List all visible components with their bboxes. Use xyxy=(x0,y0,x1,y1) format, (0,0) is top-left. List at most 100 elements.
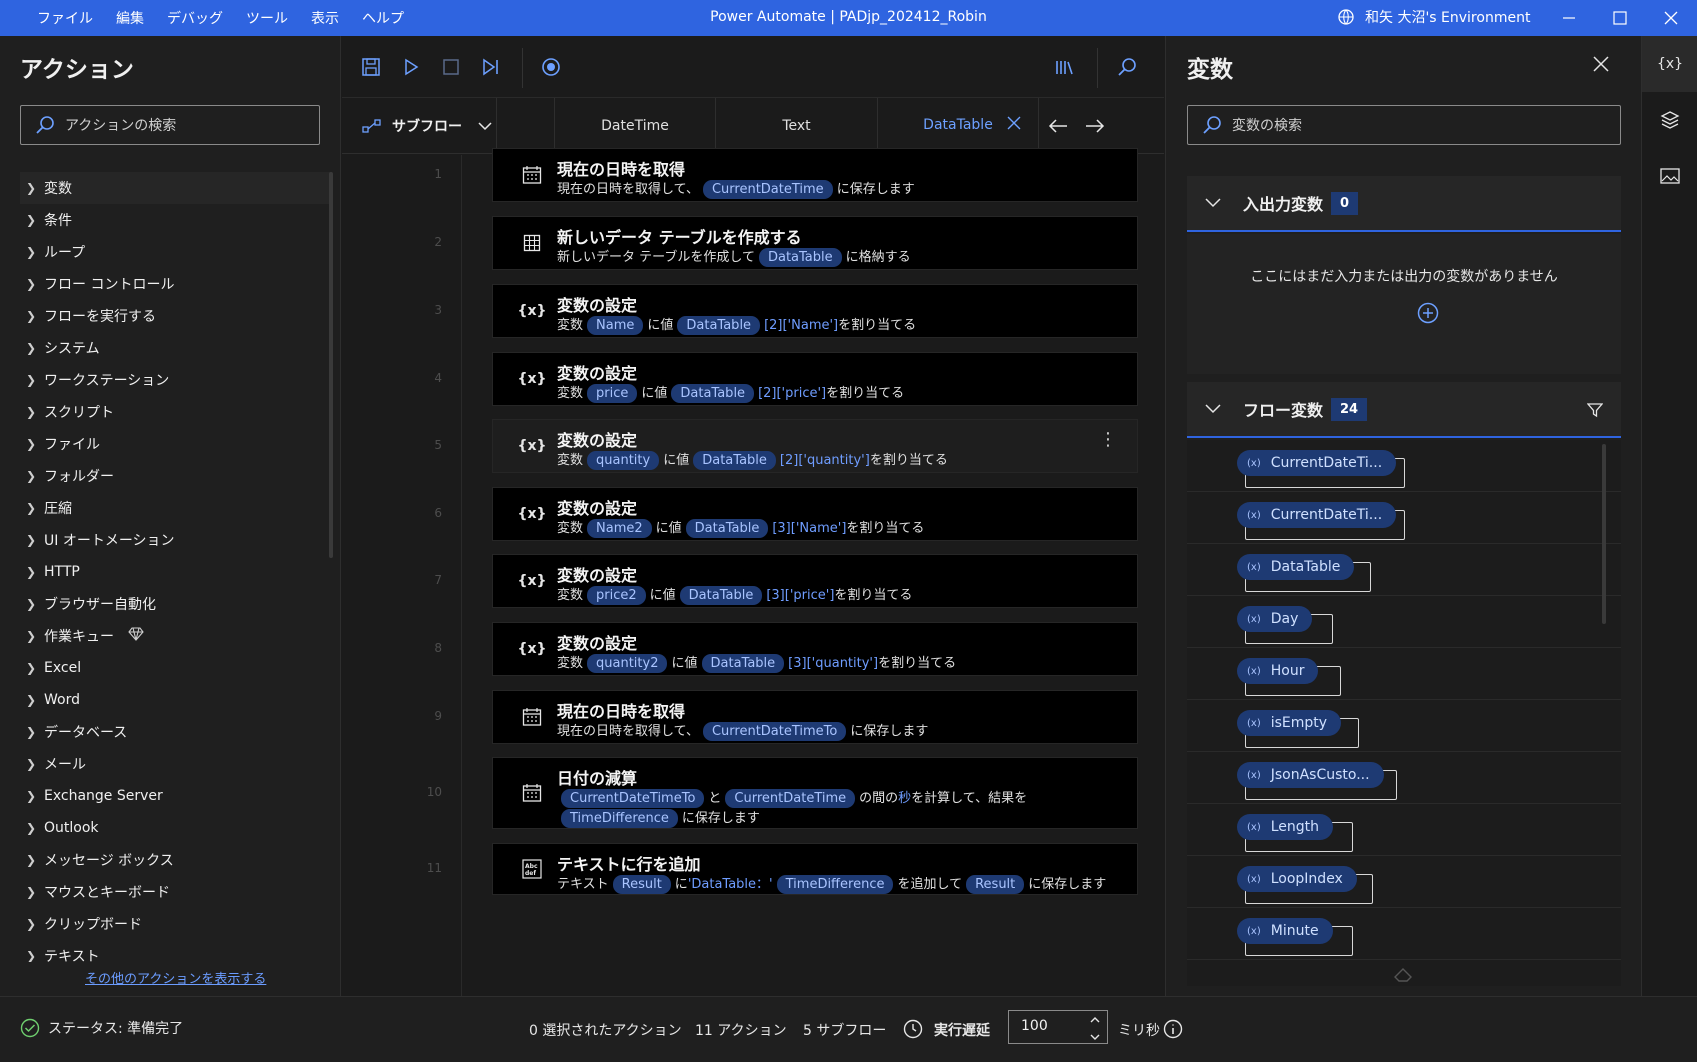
environment-selector[interactable]: 和矢 大沼's Environment xyxy=(1337,7,1530,27)
action-category[interactable]: ❯ 圧縮 xyxy=(20,492,330,524)
flow-action-step[interactable]: 現在の日時を取得 現在の日時を取得して、 CurrentDateTimeTo に保存し… xyxy=(492,690,1138,744)
flow-variable-row[interactable]: (x) Minute xyxy=(1187,908,1621,960)
rail-images[interactable] xyxy=(1642,148,1697,204)
variable-chip[interactable]: (x) JsonAsCusto... xyxy=(1237,762,1384,788)
variables-search-input[interactable]: 変数の検索 xyxy=(1187,105,1621,145)
action-category[interactable]: ❯ テキスト xyxy=(20,940,330,962)
action-category[interactable]: ❯ ブラウザー自動化 xyxy=(20,588,330,620)
action-category[interactable]: ❯ フォルダー xyxy=(20,460,330,492)
find-button[interactable] xyxy=(1115,55,1139,79)
flow-variables-header[interactable]: フロー変数 24 xyxy=(1187,382,1621,438)
flow-action-step[interactable]: {x} 変数の設定 変数 Name に値 DataTable [2]['Name']を割り当… xyxy=(492,284,1138,338)
assets-library-button[interactable] xyxy=(1052,55,1076,79)
flow-action-step[interactable]: 日付の減算 CurrentDateTimeTo と CurrentDateTime の間… xyxy=(492,757,1138,829)
flow-variable-row[interactable]: (x) Length xyxy=(1187,804,1621,856)
actions-scrollbar[interactable] xyxy=(329,172,333,558)
close-icon[interactable] xyxy=(1593,56,1609,72)
more-actions-link[interactable]: その他のアクションを表示する xyxy=(85,968,266,987)
flow-variable-row[interactable]: (x) isEmpty xyxy=(1187,700,1621,752)
eraser-icon[interactable] xyxy=(1393,966,1415,984)
chevron-down-icon[interactable] xyxy=(1089,1031,1101,1043)
run-next-action-button[interactable] xyxy=(479,55,503,79)
arrow-right-icon[interactable] xyxy=(1085,118,1105,134)
maximize-button[interactable] xyxy=(1597,0,1643,36)
action-category[interactable]: ❯ HTTP xyxy=(20,556,330,588)
action-category[interactable]: ❯ フロー コントロール xyxy=(20,268,330,300)
stop-button[interactable] xyxy=(439,55,463,79)
info-icon[interactable] xyxy=(1163,1019,1183,1039)
action-category[interactable]: ❯ UI オートメーション xyxy=(20,524,330,556)
flow-variable-row[interactable]: (x) LoopIndex xyxy=(1187,856,1621,908)
flow-action-step[interactable]: 新しいデータ テーブルを作成する 新しいデータ テーブルを作成して DataTabl… xyxy=(492,216,1138,270)
flow-variable-row[interactable]: (x) CurrentDateTi... xyxy=(1187,440,1621,492)
variables-scrollbar[interactable] xyxy=(1602,444,1606,624)
variable-chip[interactable]: (x) DataTable xyxy=(1237,554,1355,580)
tab-datetime[interactable]: DateTime xyxy=(555,98,716,154)
action-category[interactable]: ❯ クリップボード xyxy=(20,908,330,940)
flow-action-step[interactable]: {x} 変数の設定 変数 quantity に値 DataTable [2]['quanti… xyxy=(492,419,1138,473)
action-category[interactable]: ❯ 条件 xyxy=(20,204,330,236)
actions-search-input[interactable]: アクションの検索 xyxy=(20,105,320,145)
flow-action-step[interactable]: {x} 変数の設定 変数 quantity2 に値 DataTable [3]['quant… xyxy=(492,622,1138,676)
flow-action-step[interactable]: {x} 変数の設定 変数 price に値 DataTable [2]['price']を割… xyxy=(492,352,1138,406)
menu-file[interactable]: ファイル xyxy=(37,8,93,28)
action-category[interactable]: ❯ システム xyxy=(20,332,330,364)
menu-view[interactable]: 表示 xyxy=(311,8,339,28)
subflow-dropdown[interactable]: サブフロー xyxy=(342,98,497,154)
close-window-button[interactable] xyxy=(1648,0,1694,36)
io-variables-header[interactable]: 入出力変数 0 xyxy=(1187,176,1621,232)
variable-chip[interactable]: (x) Length xyxy=(1237,814,1334,840)
menu-edit[interactable]: 編集 xyxy=(116,8,144,28)
rail-variables[interactable]: {x} xyxy=(1642,36,1697,92)
action-category[interactable]: ❯ データベース xyxy=(20,716,330,748)
action-category[interactable]: ❯ 変数 xyxy=(20,172,330,204)
flow-variable-row[interactable]: (x) Day xyxy=(1187,596,1621,648)
chevron-up-icon[interactable] xyxy=(1089,1014,1101,1026)
variable-chip[interactable]: (x) LoopIndex xyxy=(1237,866,1357,892)
flow-action-step[interactable]: {x} 変数の設定 変数 price2 に値 DataTable [3]['price']を… xyxy=(492,554,1138,608)
more-options-icon[interactable]: ⋮ xyxy=(1099,431,1117,449)
flow-action-step[interactable]: {x} 変数の設定 変数 Name2 に値 DataTable [3]['Name']を割り… xyxy=(492,487,1138,541)
action-category[interactable]: ❯ スクリプト xyxy=(20,396,330,428)
action-category[interactable]: ❯ Outlook xyxy=(20,812,330,844)
tab-text[interactable]: Text xyxy=(716,98,878,154)
rail-ui-elements[interactable] xyxy=(1642,92,1697,148)
menu-debug[interactable]: デバッグ xyxy=(167,8,223,28)
delay-spinner[interactable] xyxy=(1089,1014,1101,1048)
action-category[interactable]: ❯ メール xyxy=(20,748,330,780)
flow-variable-row[interactable]: (x) JsonAsCusto... xyxy=(1187,752,1621,804)
variable-chip[interactable]: (x) Hour xyxy=(1237,658,1319,684)
action-category[interactable]: ❯ ループ xyxy=(20,236,330,268)
menu-help[interactable]: ヘルプ xyxy=(362,8,404,28)
flow-action-step[interactable]: 現在の日時を取得 現在の日時を取得して、 CurrentDateTime に保存します xyxy=(492,148,1138,202)
record-button[interactable] xyxy=(539,55,563,79)
variable-chip[interactable]: (x) isEmpty xyxy=(1237,710,1342,736)
action-category[interactable]: ❯ Excel xyxy=(20,652,330,684)
action-category[interactable]: ❯ ワークステーション xyxy=(20,364,330,396)
flow-variable-row[interactable]: (x) CurrentDateTi... xyxy=(1187,492,1621,544)
menu-tools[interactable]: ツール xyxy=(246,8,288,28)
variable-chip[interactable]: (x) CurrentDateTi... xyxy=(1237,502,1397,528)
flow-variable-row[interactable]: (x) DataTable xyxy=(1187,544,1621,596)
run-button[interactable] xyxy=(399,55,423,79)
arrow-left-icon[interactable] xyxy=(1048,118,1068,134)
flow-action-step[interactable]: Abc def テキストに行を追加 テキスト Result に'DataTable：' Ti… xyxy=(492,843,1138,895)
variable-chip[interactable]: (x) Minute xyxy=(1237,918,1333,944)
flow-variable-row[interactable]: (x) Hour xyxy=(1187,648,1621,700)
action-category[interactable]: ❯ フローを実行する xyxy=(20,300,330,332)
close-tab-icon[interactable] xyxy=(1006,115,1022,131)
action-category[interactable]: ❯ 作業キュー xyxy=(20,620,330,652)
save-button[interactable] xyxy=(359,55,383,79)
action-category[interactable]: ❯ メッセージ ボックス xyxy=(20,844,330,876)
filter-icon[interactable] xyxy=(1587,402,1603,418)
minimize-button[interactable] xyxy=(1546,0,1592,36)
action-category[interactable]: ❯ Word xyxy=(20,684,330,716)
variable-chip[interactable]: (x) CurrentDateTi... xyxy=(1237,450,1397,476)
tab-datatable[interactable]: DataTable xyxy=(878,98,1039,154)
action-category[interactable]: ❯ ファイル xyxy=(20,428,330,460)
add-io-variable-icon[interactable] xyxy=(1417,302,1439,324)
variable-chip[interactable]: (x) Day xyxy=(1237,606,1313,632)
action-category[interactable]: ❯ Exchange Server xyxy=(20,780,330,812)
action-category[interactable]: ❯ マウスとキーボード xyxy=(20,876,330,908)
run-delay-input[interactable]: 100 xyxy=(1008,1010,1108,1044)
